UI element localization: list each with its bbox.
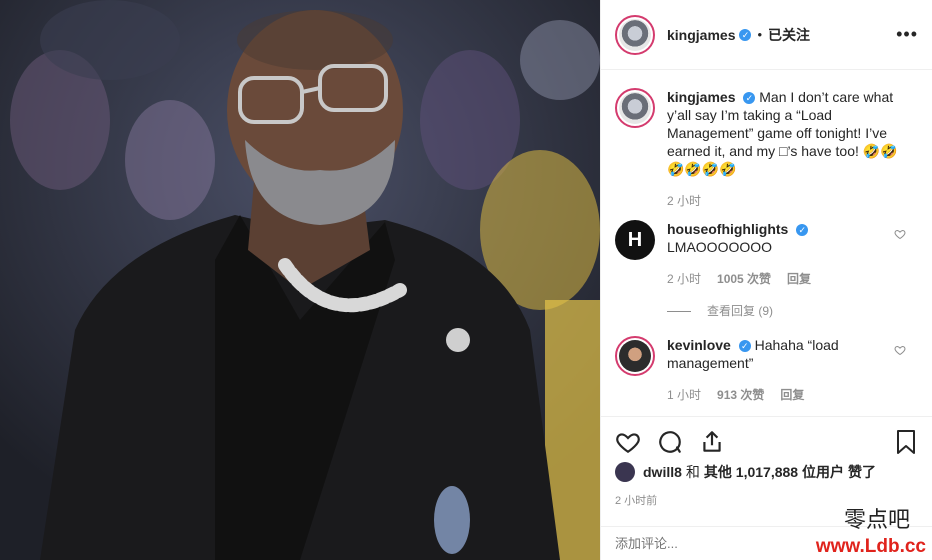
- verified-badge-icon: ✓: [738, 340, 751, 353]
- comment-like-heart-icon[interactable]: [894, 344, 906, 356]
- likes-summary: dwill8 和 其他 1,017,888 位用户 赞了: [615, 462, 918, 482]
- reply-button[interactable]: 回复: [780, 386, 804, 404]
- post-actions: [601, 416, 932, 466]
- caption-row: kingjames ✓ Man I don’t care what y’all …: [615, 88, 918, 210]
- ellipsis-icon[interactable]: •••: [896, 24, 918, 45]
- comment-meta: 1 小时 913 次赞 回复: [667, 386, 918, 404]
- share-icon[interactable]: [699, 429, 725, 455]
- view-replies-button[interactable]: 查看回复 (9): [667, 302, 918, 320]
- likes-and: 和: [685, 464, 700, 480]
- bookmark-icon[interactable]: [894, 429, 918, 455]
- likes-others[interactable]: 其他 1,017,888 位用户: [704, 462, 844, 482]
- caption-username[interactable]: kingjames: [667, 89, 735, 105]
- liker-username[interactable]: dwill8: [643, 464, 682, 480]
- verified-badge-icon: ✓: [796, 224, 809, 237]
- replies-line: [667, 310, 691, 312]
- post-header: kingjames ✓ • 已关注 •••: [601, 0, 932, 70]
- comment-time[interactable]: 1 小时: [667, 386, 701, 404]
- watermark-logo: 零点吧: [843, 507, 910, 532]
- author-username[interactable]: kingjames: [667, 27, 735, 43]
- caption-meta: 2 小时: [667, 192, 918, 210]
- separator-dot: •: [757, 27, 763, 42]
- comment-row: H houseofhighlights ✓ LMAOOOOOOO 2 小时 10…: [615, 220, 918, 320]
- comment-likes[interactable]: 1005 次赞: [717, 270, 771, 288]
- view-replies-label: 查看回复 (9): [707, 304, 774, 318]
- caption-avatar[interactable]: [615, 88, 655, 128]
- comment-avatar[interactable]: H: [615, 220, 655, 260]
- comment-text: LMAOOOOOOO: [667, 239, 773, 255]
- photo-illustration: [0, 0, 600, 560]
- author-avatar[interactable]: [615, 14, 655, 55]
- verified-badge-icon: ✓: [743, 92, 756, 105]
- comments-section: kingjames ✓ Man I don’t care what y’all …: [601, 70, 932, 416]
- post-sidebar: kingjames ✓ • 已关注 ••• kingjames ✓ Man I …: [600, 0, 932, 560]
- likes-suffix: 赞了: [847, 464, 876, 480]
- reply-button[interactable]: 回复: [787, 270, 811, 288]
- caption-time[interactable]: 2 小时: [667, 192, 701, 210]
- comment-like-heart-icon[interactable]: [894, 228, 906, 240]
- comment-username[interactable]: houseofhighlights: [667, 221, 788, 237]
- post-timestamp[interactable]: 2 小时前: [615, 492, 657, 508]
- comment-username[interactable]: kevinlove: [667, 337, 731, 353]
- watermark-url: www.Ldb.cc: [815, 536, 926, 557]
- instagram-post-view: kingjames ✓ • 已关注 ••• kingjames ✓ Man I …: [0, 0, 932, 560]
- comment-likes[interactable]: 913 次赞: [717, 386, 764, 404]
- comment-meta: 2 小时 1005 次赞 回复: [667, 270, 918, 288]
- liker-avatar[interactable]: [615, 462, 635, 482]
- comment-time[interactable]: 2 小时: [667, 270, 701, 288]
- follow-status-button[interactable]: 已关注: [768, 25, 810, 45]
- heart-icon[interactable]: [615, 429, 641, 455]
- comment-row: kevinlove ✓ Hahaha “load management” 1 小…: [615, 336, 918, 404]
- comment-avatar[interactable]: [615, 336, 655, 376]
- post-photo[interactable]: [0, 0, 600, 560]
- comment-icon[interactable]: [657, 429, 683, 455]
- verified-badge-icon: ✓: [739, 28, 752, 41]
